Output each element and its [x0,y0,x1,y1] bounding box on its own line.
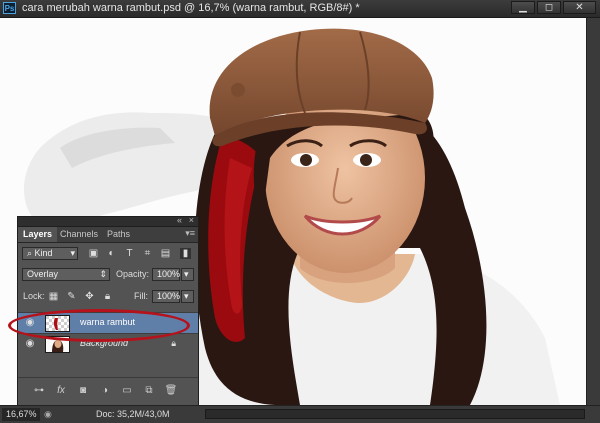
fill-input[interactable]: 100% [152,290,180,303]
document-size-info: Doc: 35,2M/43,0M [96,409,170,419]
close-button[interactable]: ✕ [563,1,596,14]
adjustment-layer-icon[interactable]: ◑ [98,385,112,397]
lock-row: Lock: ▦ ✎ ✥ 🔒︎ Fill: 100% ▾ [18,288,198,306]
vertical-scrollbar[interactable] [586,18,600,405]
eye-icon[interactable]: ◉ [22,337,38,351]
adjustment-filter-icon[interactable]: ◐ [106,248,117,259]
filter-kind-select[interactable]: ⌕ Kind ▾ [22,247,78,260]
collapse-icon[interactable]: « [177,215,182,225]
tab-layers[interactable]: Layers [18,227,58,242]
blend-mode-select[interactable]: Overlay ⇕ [22,268,110,281]
smart-object-filter-icon[interactable]: ▤ [160,248,171,259]
close-panel-icon[interactable]: × [189,215,194,225]
lock-transparent-icon[interactable]: ▦ [48,291,59,302]
opacity-label: Opacity: [116,269,150,279]
link-layers-icon[interactable]: ⊶ [32,385,46,397]
type-filter-icon[interactable]: T [124,248,135,259]
minimize-button[interactable]: ▁ [511,1,535,14]
filter-kind-label: Kind [34,248,53,258]
panel-menu-icon[interactable]: ▾≡ [185,228,195,239]
status-info-icon[interactable]: ◉ [44,408,58,421]
fill-dropdown-icon[interactable]: ▾ [181,290,194,303]
tab-paths[interactable]: Paths [102,227,135,242]
document-title-bar[interactable]: Ps cara merubah warna rambut.psd @ 16,7%… [0,0,600,18]
pixel-filter-icon[interactable]: ▣ [88,248,99,259]
chevron-down-icon: ⇕ [99,269,107,279]
zoom-level-field[interactable]: 16,67% [2,408,40,421]
filter-row: ⌕ Kind ▾ ▣ ◐ T ⌗ ▤ ▮ [18,245,198,263]
fill-label: Fill: [134,291,148,301]
chevron-down-icon: ▾ [70,248,75,258]
opacity-input[interactable]: 100% [152,268,180,281]
blend-row: Overlay ⇕ Opacity: 100% ▾ [18,266,198,284]
search-icon: ⌕ [27,248,35,258]
new-layer-icon[interactable]: ⧉ [142,385,156,397]
status-bar: 16,67% ◉ Doc: 35,2M/43,0M [0,405,600,423]
lock-label: Lock: [23,291,45,301]
new-group-icon[interactable]: ▭ [120,385,134,397]
highlight-annotation-ring [8,309,190,342]
restore-button[interactable]: ◻ [537,1,561,14]
layer-style-fx-icon[interactable]: fx [54,385,68,397]
tab-channels[interactable]: Channels [55,227,103,242]
panel-header[interactable]: « × [18,215,198,227]
delete-layer-icon[interactable]: 🗑︎ [164,385,178,397]
photoshop-logo-icon: Ps [3,2,16,14]
opacity-dropdown-icon[interactable]: ▾ [181,268,194,281]
lock-image-icon[interactable]: ✎ [66,291,77,302]
add-mask-icon[interactable]: ◙ [76,385,90,397]
lock-position-icon[interactable]: ✥ [84,291,95,302]
layer-lock-icon: 🔒︎ [171,338,176,348]
layers-bottom-toolbar: ⊶ fx ◙ ◑ ▭ ⧉ 🗑︎ [18,377,198,405]
blend-mode-label: Overlay [27,269,59,279]
lock-all-icon[interactable]: 🔒︎ [102,291,113,302]
filter-toggle-icon[interactable]: ▮ [180,248,191,259]
shape-filter-icon[interactable]: ⌗ [142,248,153,259]
panel-tabs: Layers Channels Paths ▾≡ [18,227,198,243]
horizontal-scrollbar[interactable] [205,409,585,419]
document-title: cara merubah warna rambut.psd @ 16,7% (w… [22,2,360,14]
